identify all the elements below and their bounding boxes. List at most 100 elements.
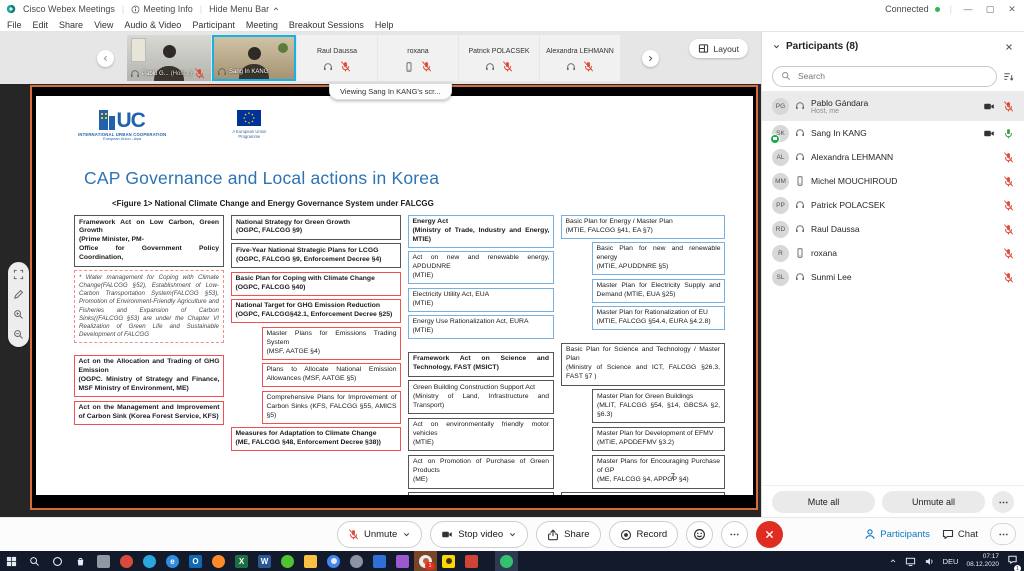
menu-breakout-sessions[interactable]: Breakout Sessions xyxy=(289,20,364,30)
menu-help[interactable]: Help xyxy=(375,20,394,30)
participant-status-icons xyxy=(1003,200,1014,211)
sort-icon[interactable] xyxy=(1003,71,1014,82)
menu-participant[interactable]: Participant xyxy=(192,20,235,30)
keyboard-layout[interactable]: DEU xyxy=(943,557,959,566)
zoom-out-icon[interactable] xyxy=(13,329,24,340)
mute-all-button[interactable]: Mute all xyxy=(772,491,875,513)
figure-column-4: Basic Plan for Energy / Master Plan(MTIE… xyxy=(561,215,725,495)
participant-status-icons xyxy=(1003,224,1014,235)
chrome[interactable] xyxy=(322,551,345,571)
figure-box-line: Basic Plan for Coping with Climate Chang… xyxy=(236,275,397,284)
video-thumbnail[interactable]: Alexandra LEHMANN xyxy=(540,35,620,81)
action-center-button[interactable]: 1 xyxy=(1007,552,1018,570)
participant-row[interactable]: MMMichel MOUCHIROUD xyxy=(762,169,1024,193)
video-thumbnail[interactable]: Sang In KANG xyxy=(212,35,296,81)
figure-box-line: (MSF, AATGE §4) xyxy=(267,348,397,357)
panel-options-button[interactable] xyxy=(992,491,1014,513)
iuc-logo-text: UC xyxy=(116,112,144,130)
menu-file[interactable]: File xyxy=(7,20,22,30)
chat-toggle[interactable]: Chat xyxy=(942,528,978,540)
participant-row[interactable]: SKSang In KANG xyxy=(762,121,1024,145)
word[interactable]: W xyxy=(253,551,276,571)
participant-status-icons xyxy=(1003,248,1014,259)
meeting-info-button[interactable]: Meeting Info xyxy=(131,4,193,14)
maximize-button[interactable]: ▢ xyxy=(984,4,996,15)
close-panel-icon[interactable] xyxy=(1004,42,1014,52)
firefox[interactable] xyxy=(207,551,230,571)
participant-row[interactable]: PGPablo GándaraHost, me xyxy=(762,91,1024,121)
participant-search[interactable] xyxy=(772,66,997,87)
mic-muted-icon xyxy=(1003,152,1014,163)
app-gray[interactable] xyxy=(92,551,115,571)
share-button[interactable]: Share xyxy=(536,521,600,548)
reactions-icon xyxy=(693,528,706,541)
menu-audio-video[interactable]: Audio & Video xyxy=(124,20,181,30)
menu-view[interactable]: View xyxy=(94,20,113,30)
participant-row[interactable]: ALAlexandra LEHMANN xyxy=(762,145,1024,169)
figure-box: Master Plan for Rationalization of EU(MT… xyxy=(592,306,725,330)
excel[interactable]: X xyxy=(230,551,253,571)
app-title: Cisco Webex Meetings xyxy=(23,4,115,14)
figure-box-line: (MTIE) xyxy=(413,439,549,448)
microsoft-store[interactable] xyxy=(69,551,92,571)
figure-box: Act on environmentally friendly motor ve… xyxy=(408,418,554,452)
excel-icon: X xyxy=(235,555,248,568)
participants-toggle[interactable]: Participants xyxy=(864,528,930,540)
chevron-down-icon[interactable] xyxy=(772,42,781,51)
outlook[interactable]: O xyxy=(184,551,207,571)
unmute-button[interactable]: Unmute xyxy=(337,521,422,548)
participant-row[interactable]: PPPatrick POLACSEK xyxy=(762,193,1024,217)
microsoft-edge-icon: e xyxy=(166,555,179,568)
search-button[interactable] xyxy=(23,551,46,571)
chevron-up-icon xyxy=(272,5,280,13)
search-input[interactable] xyxy=(796,70,988,82)
unmute-all-button[interactable]: Unmute all xyxy=(882,491,985,513)
video-thumbnail[interactable]: Patrick POLACSEK xyxy=(459,35,539,81)
stop-video-button[interactable]: Stop video xyxy=(430,521,528,548)
hide-menu-bar-button[interactable]: Hide Menu Bar xyxy=(209,4,280,14)
close-button[interactable]: ✕ xyxy=(1006,4,1018,15)
participant-row[interactable]: RDRaul Daussa xyxy=(762,217,1024,241)
file-explorer[interactable] xyxy=(299,551,322,571)
annotate-icon[interactable] xyxy=(13,289,24,300)
paint-3d[interactable] xyxy=(391,551,414,571)
cisco-jabber[interactable] xyxy=(138,551,161,571)
video-thumbnail[interactable]: Pablo G...(Host...) xyxy=(127,35,211,81)
layout-button[interactable]: Layout xyxy=(689,39,748,58)
webex-meetings[interactable]: 1 xyxy=(414,551,437,571)
thumbnail-name-label: Pablo G...(Host...) xyxy=(130,68,209,79)
kakaotalk[interactable] xyxy=(437,551,460,571)
reactions-button[interactable] xyxy=(686,521,713,548)
filmstrip-next-button[interactable] xyxy=(642,50,659,67)
microsoft-store-icon xyxy=(74,555,87,568)
more-options-button[interactable] xyxy=(721,521,748,548)
video-thumbnail[interactable]: roxana xyxy=(378,35,458,81)
volume-icon[interactable] xyxy=(924,556,935,567)
menu-edit[interactable]: Edit xyxy=(33,20,49,30)
people[interactable] xyxy=(368,551,391,571)
video-thumbnail[interactable]: Raul Daussa xyxy=(297,35,377,81)
participant-row[interactable]: SLSunmi Lee xyxy=(762,265,1024,289)
network-icon[interactable] xyxy=(905,556,916,567)
filmstrip-prev-button[interactable] xyxy=(97,50,114,67)
webex-teams[interactable] xyxy=(495,551,518,571)
taskbar-clock[interactable]: 07:17 08.12.2020 xyxy=(966,553,999,569)
zoom-in-icon[interactable] xyxy=(13,309,24,320)
app-red-ball[interactable] xyxy=(115,551,138,571)
participant-row[interactable]: Rroxana xyxy=(762,241,1024,265)
start-button[interactable] xyxy=(0,551,23,571)
panel-more-button[interactable] xyxy=(990,523,1016,545)
menu-share[interactable]: Share xyxy=(59,20,83,30)
minimize-button[interactable]: — xyxy=(962,4,974,14)
wechat[interactable] xyxy=(276,551,299,571)
cortana-button[interactable] xyxy=(46,551,69,571)
fit-screen-icon[interactable] xyxy=(13,269,24,280)
app-red[interactable] xyxy=(460,551,483,571)
leave-meeting-button[interactable] xyxy=(756,521,783,548)
poster-decor xyxy=(131,38,146,62)
photos[interactable] xyxy=(345,551,368,571)
menu-meeting[interactable]: Meeting xyxy=(246,20,278,30)
record-button[interactable]: Record xyxy=(609,521,679,548)
hidden-icons-chevron-icon[interactable] xyxy=(889,557,897,565)
microsoft-edge[interactable]: e xyxy=(161,551,184,571)
